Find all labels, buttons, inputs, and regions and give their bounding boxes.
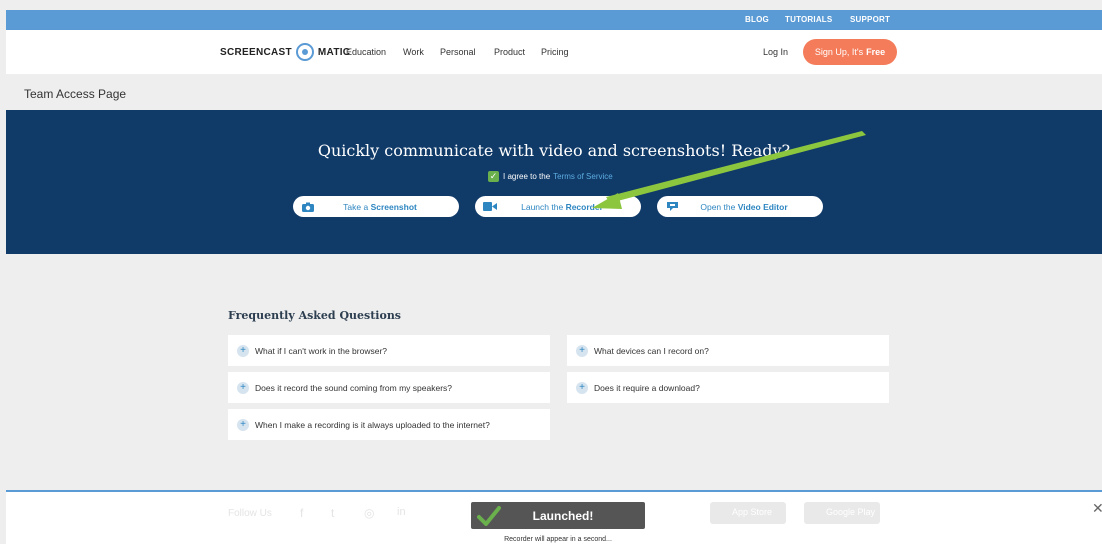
top-utility-bar: BLOG TUTORIALS SUPPORT: [6, 10, 1102, 30]
nav-link-personal[interactable]: Personal: [440, 47, 476, 57]
faq-item[interactable]: + Does it require a download?: [567, 372, 889, 403]
faq-question: Does it require a download?: [594, 382, 700, 393]
faq-question: What devices can I record on?: [594, 345, 709, 356]
agree-checkbox[interactable]: ✓: [488, 171, 499, 182]
signup-button[interactable]: Sign Up, It's Free: [803, 39, 897, 65]
logo-icon: [295, 43, 314, 61]
facebook-icon[interactable]: f: [300, 506, 303, 520]
nav-link-product[interactable]: Product: [494, 47, 525, 57]
main-nav: SCREENCAST MATIC Education Work Personal…: [6, 30, 1102, 74]
hero-banner: Quickly communicate with video and scree…: [6, 110, 1102, 254]
expand-plus-icon: +: [237, 418, 249, 431]
agree-text: I agree to the: [503, 172, 551, 181]
login-link[interactable]: Log In: [763, 47, 788, 57]
faq-section-bg: [6, 254, 1102, 490]
twitter-icon[interactable]: t: [331, 506, 334, 520]
faq-title: Frequently Asked Questions: [228, 309, 402, 322]
signup-label: Sign Up, It's: [814, 47, 864, 57]
faq-question: Does it record the sound coming from my …: [255, 382, 453, 393]
video-camera-icon: [483, 201, 497, 212]
nav-link-work[interactable]: Work: [403, 47, 424, 57]
faq-item[interactable]: + What if I can't work in the browser?: [228, 335, 550, 366]
instagram-icon[interactable]: ◎: [364, 506, 374, 520]
toast-message: Launched!: [532, 508, 594, 523]
take-screenshot-button[interactable]: Take a Screenshot: [293, 196, 459, 217]
screenshot-label-bold: Screenshot: [370, 201, 417, 212]
screenshot-label-prefix: Take a: [343, 201, 369, 212]
google-play-badge[interactable]: Google Play: [804, 502, 880, 524]
recorder-label-prefix: Launch the: [521, 201, 564, 212]
expand-plus-icon: +: [576, 381, 588, 394]
faq-item[interactable]: + When I make a recording is it always u…: [228, 409, 550, 440]
camera-icon: [301, 201, 315, 212]
tutorials-link[interactable]: TUTORIALS: [785, 15, 832, 24]
linkedin-icon[interactable]: in: [397, 506, 406, 518]
page-title: Team Access Page: [24, 87, 127, 101]
expand-plus-icon: +: [576, 344, 588, 357]
faq-item[interactable]: + What devices can I record on?: [567, 335, 889, 366]
toast-subtext: Recorder will appear in a second...: [504, 536, 612, 543]
close-icon[interactable]: ✕: [1092, 500, 1102, 517]
support-link[interactable]: SUPPORT: [850, 15, 890, 24]
google-play-label: Google Play: [826, 507, 876, 517]
nav-link-education[interactable]: Education: [346, 47, 386, 57]
faq-item[interactable]: + Does it record the sound coming from m…: [228, 372, 550, 403]
expand-plus-icon: +: [237, 344, 249, 357]
faq-question: When I make a recording is it always upl…: [255, 419, 490, 430]
faq-question: What if I can't work in the browser?: [255, 345, 388, 356]
blog-link[interactable]: BLOG: [745, 15, 769, 24]
checkmark-icon: [477, 505, 501, 526]
logo-text-left: SCREENCAST: [220, 46, 292, 58]
screencast-o-matic-logo[interactable]: SCREENCAST MATIC: [220, 42, 350, 62]
follow-us-label: Follow Us: [228, 508, 272, 519]
launched-toast: Launched!: [471, 502, 645, 529]
app-store-label: App Store: [732, 507, 773, 517]
annotation-arrow-icon: [592, 131, 866, 209]
app-store-badge[interactable]: App Store: [710, 502, 786, 524]
expand-plus-icon: +: [237, 381, 249, 394]
nav-link-pricing[interactable]: Pricing: [541, 47, 569, 57]
signup-label-bold: Free: [866, 47, 886, 57]
hero-title: Quickly communicate with video and scree…: [317, 141, 791, 160]
